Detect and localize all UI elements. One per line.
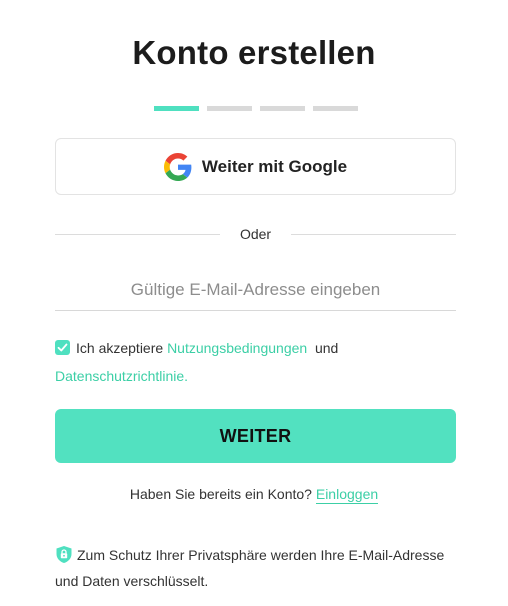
login-prompt: Haben Sie bereits ein Konto? Einloggen — [0, 486, 508, 504]
continue-with-google-button[interactable]: Weiter mit Google — [55, 138, 456, 195]
divider-line-left — [55, 233, 220, 235]
terms-conjunction: und — [314, 340, 339, 356]
continue-button[interactable]: WEITER — [55, 409, 456, 463]
terms-prefix: Ich akzeptiere — [76, 340, 164, 356]
google-button-label: Weiter mit Google — [201, 156, 348, 176]
divider-label: Oder — [239, 226, 272, 242]
terms-checkbox[interactable] — [55, 340, 70, 355]
divider-line-right — [291, 233, 456, 235]
progress-steps — [154, 106, 358, 111]
page-title: Konto erstellen — [132, 34, 376, 71]
progress-step-2 — [207, 106, 252, 111]
terms-of-use-link[interactable]: Nutzungsbedingungen — [167, 340, 307, 356]
progress-step-1 — [154, 106, 199, 111]
checkmark-icon — [57, 343, 68, 352]
google-icon — [163, 152, 192, 181]
privacy-note-text: Zum Schutz Ihrer Privatsphäre werden Ihr… — [55, 547, 445, 589]
terms-agreement: Ich akzeptiere Nutzungsbedingungen und D… — [55, 334, 455, 390]
login-link[interactable]: Einloggen — [315, 486, 379, 504]
progress-step-4 — [313, 106, 358, 111]
shield-lock-icon — [56, 546, 72, 563]
or-divider: Oder — [55, 224, 456, 244]
privacy-policy-link[interactable]: Datenschutzrichtlinie. — [55, 368, 188, 384]
progress-step-3 — [260, 106, 305, 111]
email-input[interactable] — [55, 270, 456, 311]
privacy-note: Zum Schutz Ihrer Privatsphäre werden Ihr… — [55, 542, 455, 594]
login-question: Haben Sie bereits ein Konto? — [129, 486, 312, 502]
